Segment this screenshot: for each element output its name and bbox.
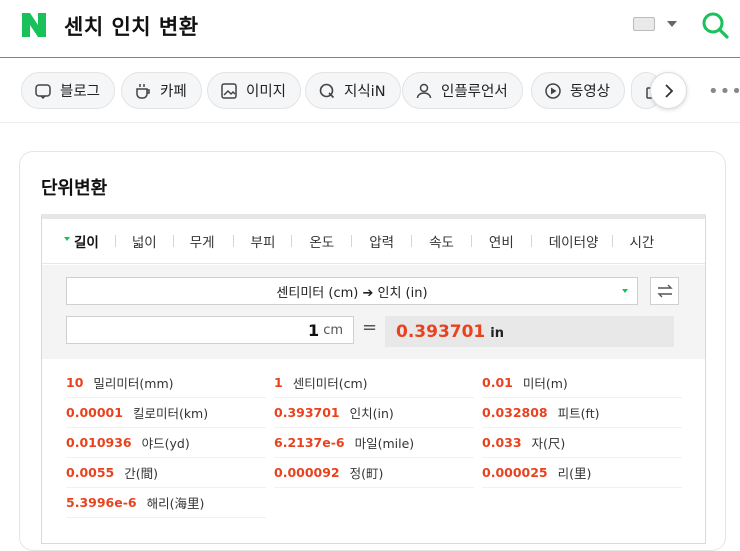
category-weight[interactable]: 무게 [190, 231, 215, 251]
category-volume[interactable]: 부피 [251, 231, 276, 251]
more-icon[interactable]: ••• [708, 81, 740, 102]
list-item: 0.0055 간(間) [66, 458, 266, 488]
tab-label: 이미지 [246, 84, 287, 100]
tab-label: 카페 [160, 84, 187, 100]
chevron-down-icon [622, 289, 628, 293]
tabs-next-button[interactable] [650, 72, 687, 109]
divider [411, 235, 413, 247]
converter-box: 길이 넓이 무게 부피 온도 압력 속도 연비 데이터양 시간 센티미터 (cm… [41, 214, 706, 544]
result-unit: in [490, 325, 504, 341]
card-title: 단위변환 [41, 178, 108, 199]
tab-video[interactable]: 동영상 [531, 72, 626, 109]
category-time[interactable]: 시간 [629, 231, 654, 251]
tab-label: 블로그 [60, 84, 101, 100]
divider [612, 235, 614, 247]
category-pressure[interactable]: 압력 [369, 231, 394, 251]
q-icon [319, 83, 335, 98]
divider [530, 235, 532, 247]
result-box: 0.393701 in [385, 316, 674, 347]
list-item: 0.032808 피트(ft) [482, 398, 682, 428]
category-length[interactable]: 길이 [64, 231, 99, 251]
input-value: 1 [308, 320, 320, 340]
list-item: 6.2137e-6 마일(mile) [274, 428, 474, 458]
cafe-icon [136, 83, 150, 99]
list-item: 0.000025 리(里) [482, 458, 682, 488]
category-tabs: 길이 넓이 무게 부피 온도 압력 속도 연비 데이터양 시간 [42, 219, 705, 264]
equals-sign: = [362, 317, 378, 338]
chevron-right-icon [664, 83, 673, 98]
list-item: 1 센티미터(cm) [274, 368, 474, 398]
unit-select-label: 센티미터 (cm) ➔ 인치 (in) [276, 285, 428, 301]
search-icon[interactable] [700, 10, 730, 40]
list-item: 0.010936 야드(yd) [66, 428, 266, 458]
unit-converter-card: 단위변환 길이 넓이 무게 부피 온도 압력 속도 연비 데이터양 시간 센티미… [19, 151, 726, 551]
list-item: 0.00001 킬로미터(km) [66, 398, 266, 428]
list-item: 0.01 미터(m) [482, 368, 682, 398]
tab-kin[interactable]: 지식iN [305, 72, 401, 109]
category-speed[interactable]: 속도 [429, 231, 454, 251]
list-item: 5.3996e-6 해리(海里) [66, 488, 266, 518]
value-input[interactable]: 1 cm [66, 316, 354, 344]
chevron-down-icon[interactable] [667, 21, 677, 27]
tab-blog[interactable]: 블로그 [21, 72, 116, 109]
divider [232, 235, 234, 247]
list-item: 0.033 자(尺) [482, 428, 682, 458]
result-value: 0.393701 [396, 321, 486, 342]
divider [291, 235, 293, 247]
divider [114, 235, 116, 247]
tab-cafe[interactable]: 카페 [121, 72, 202, 109]
category-fuel-economy[interactable]: 연비 [489, 231, 514, 251]
blog-icon [35, 83, 51, 99]
category-temperature[interactable]: 온도 [309, 231, 334, 251]
divider [172, 235, 174, 247]
divider [351, 235, 353, 247]
search-header: 센치 인치 변환 [0, 0, 740, 58]
image-icon [221, 82, 237, 99]
play-icon [545, 82, 561, 99]
tab-label: 동영상 [570, 84, 611, 100]
tab-image[interactable]: 이미지 [207, 72, 302, 109]
swap-units-button[interactable] [650, 277, 679, 305]
divider [470, 235, 472, 247]
tab-label: 인플루언서 [441, 84, 508, 100]
list-item: 10 밀리미터(mm) [66, 368, 266, 398]
category-area[interactable]: 넓이 [132, 231, 157, 251]
list-item: 0.393701 인치(in) [274, 398, 474, 428]
search-query[interactable]: 센치 인치 변환 [64, 11, 199, 41]
conversion-panel: 센티미터 (cm) ➔ 인치 (in) 1 cm = 0.393701 in [42, 265, 705, 359]
tab-label: 지식iN [344, 84, 386, 100]
unit-select[interactable]: 센티미터 (cm) ➔ 인치 (in) [66, 277, 638, 305]
person-icon [416, 83, 432, 98]
list-item: 0.000092 정(町) [274, 458, 474, 488]
swap-icon [656, 284, 673, 298]
tab-influencer[interactable]: 인플루언서 [402, 72, 523, 109]
keyboard-icon[interactable] [633, 17, 655, 31]
input-unit: cm [323, 322, 343, 338]
category-data[interactable]: 데이터양 [549, 231, 599, 251]
naver-logo-icon[interactable] [21, 12, 47, 38]
search-tabs: 블로그 카페 이미지 지식iN 인플루언서 동영상 ••• [0, 59, 740, 123]
